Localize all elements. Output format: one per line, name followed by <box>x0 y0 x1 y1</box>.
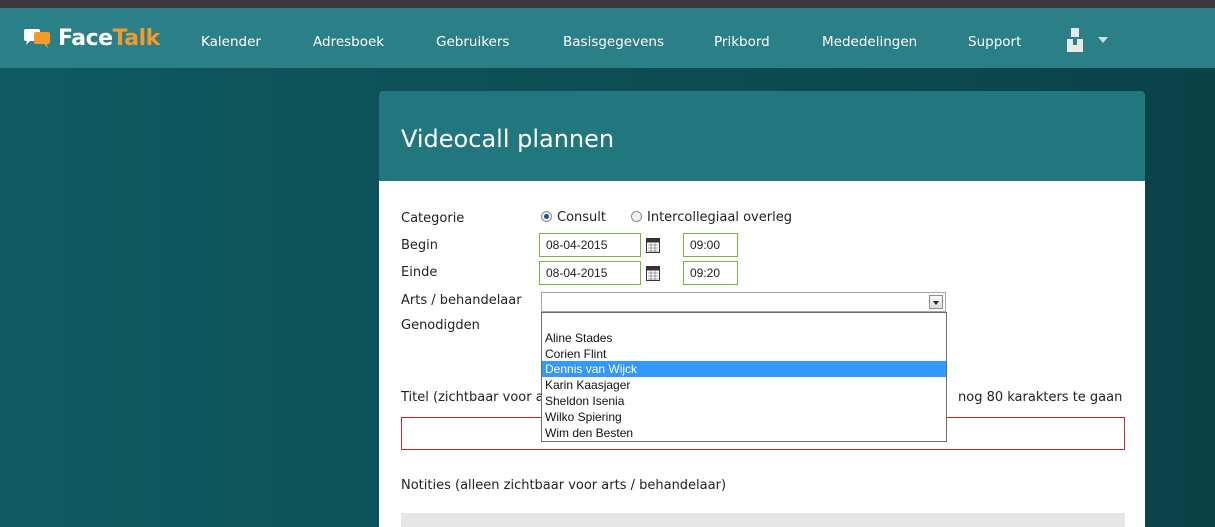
notities-label: Notities (alleen zichtbaar voor arts / b… <box>401 478 727 493</box>
arts-select[interactable] <box>541 292 946 312</box>
dropdown-option[interactable]: Sheldon Isenia <box>542 393 946 409</box>
begin-label: Begin <box>401 238 439 253</box>
user-icon <box>1067 28 1083 52</box>
chevron-down-icon[interactable] <box>929 295 943 309</box>
navbar: FaceTalk Kalender Adresboek Gebruikers B… <box>0 8 1215 68</box>
top-strip <box>0 0 1215 8</box>
page-title: Videocall plannen <box>401 125 615 153</box>
notities-textarea[interactable] <box>401 513 1125 527</box>
calendar-icon[interactable] <box>646 237 660 253</box>
chars-remaining: nog 80 karakters te gaan <box>958 390 1123 405</box>
speech-bubbles-icon <box>24 28 50 48</box>
facetalk-logo[interactable]: FaceTalk <box>22 26 160 51</box>
dropdown-option[interactable]: Karin Kaasjager <box>542 377 946 393</box>
nav-support[interactable]: Support <box>968 34 1021 50</box>
nav-prikbord[interactable]: Prikbord <box>714 34 770 50</box>
genodigden-label: Genodigden <box>401 318 480 333</box>
nav-basisgegevens[interactable]: Basisgegevens <box>563 34 664 50</box>
dropdown-option-empty[interactable] <box>542 314 946 330</box>
arts-dropdown-list[interactable]: Aline Stades Corien Flint Dennis van Wij… <box>541 312 947 442</box>
einde-label: Einde <box>401 265 438 280</box>
titel-label: Titel (zichtbaar voor a <box>401 390 544 405</box>
einde-time-input[interactable]: 09:20 <box>683 261 738 285</box>
categorie-label: Categorie <box>401 211 465 226</box>
dropdown-option[interactable]: Corien Flint <box>542 346 946 362</box>
logo-text: FaceTalk <box>58 26 160 51</box>
logo-talk: Talk <box>112 26 161 51</box>
radio-overleg-label[interactable]: Intercollegiaal overleg <box>647 210 792 225</box>
logo-face: Face <box>58 26 113 51</box>
caret-down-icon <box>1098 37 1108 43</box>
einde-date-input[interactable]: 08-04-2015 <box>539 261 641 285</box>
arts-label: Arts / behandelaar <box>401 293 522 308</box>
dropdown-option[interactable]: Wim den Besten <box>542 425 946 441</box>
nav-gebruikers[interactable]: Gebruikers <box>436 34 509 50</box>
radio-consult[interactable] <box>541 211 552 222</box>
begin-date-input[interactable]: 08-04-2015 <box>539 233 641 257</box>
panel-header: Videocall plannen <box>379 91 1145 181</box>
dropdown-option[interactable]: Wilko Spiering <box>542 409 946 425</box>
dropdown-option[interactable]: Aline Stades <box>542 330 946 346</box>
nav-mededelingen[interactable]: Mededelingen <box>822 34 917 50</box>
user-menu[interactable] <box>1066 28 1108 52</box>
dropdown-option-highlighted[interactable]: Dennis van Wijck <box>542 361 946 377</box>
radio-overleg[interactable] <box>631 211 642 222</box>
radio-consult-label[interactable]: Consult <box>557 210 606 225</box>
nav-kalender[interactable]: Kalender <box>201 34 261 50</box>
calendar-icon[interactable] <box>646 265 660 281</box>
begin-time-input[interactable]: 09:00 <box>683 233 738 257</box>
nav-adresboek[interactable]: Adresboek <box>313 34 384 50</box>
